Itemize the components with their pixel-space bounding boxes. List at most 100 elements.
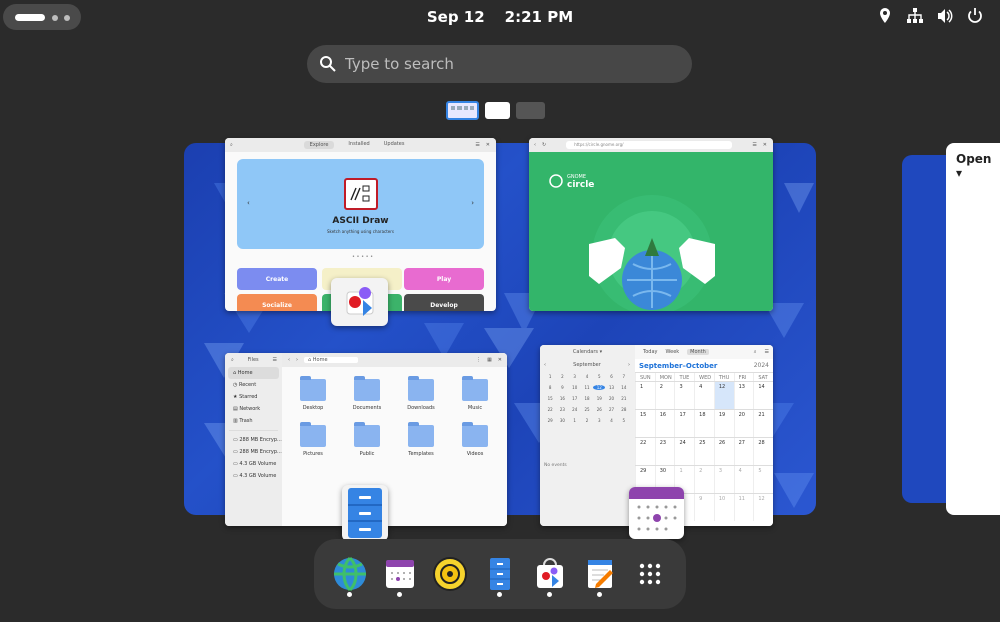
dash-text-editor[interactable] (582, 556, 618, 592)
day-cell[interactable]: 22 (635, 438, 655, 465)
day-cell[interactable]: 3 (674, 382, 694, 409)
mini-day[interactable]: 8 (544, 385, 556, 390)
mini-day[interactable]: 4 (581, 374, 593, 379)
close-icon[interactable]: ✕ (763, 142, 767, 148)
dash-files[interactable] (482, 556, 518, 592)
mini-day[interactable]: 1 (544, 374, 556, 379)
system-menu[interactable] (876, 7, 984, 25)
mini-day[interactable]: 1 (569, 418, 581, 423)
mini-day[interactable]: 22 (544, 407, 556, 412)
sidebar-item-trash[interactable]: ▥ Trash (225, 415, 282, 427)
folder-templates[interactable]: Templates (406, 422, 436, 457)
show-apps-button[interactable] (632, 556, 668, 592)
category-play[interactable]: Play (404, 268, 484, 290)
day-cell[interactable]: 16 (654, 410, 675, 437)
day-cell[interactable]: 12 (753, 494, 773, 521)
folder-music[interactable]: Music (460, 376, 490, 411)
back-icon[interactable]: ‹ (288, 357, 290, 363)
sidebar-item-volume[interactable]: ▭ 4.3 GB Volume (225, 458, 282, 470)
menu-icon[interactable]: ☰ (752, 142, 756, 148)
mini-day[interactable]: 28 (618, 407, 630, 412)
category-develop[interactable]: Develop (404, 294, 484, 311)
mini-day[interactable]: 19 (593, 396, 605, 401)
category-create[interactable]: Create (237, 268, 317, 290)
day-cell[interactable]: 27 (733, 438, 754, 465)
sidebar-item-volume[interactable]: ▭ 288 MB Encryp... (225, 446, 282, 458)
mini-day[interactable]: 14 (618, 385, 630, 390)
dash-rhythmbox[interactable] (432, 556, 468, 592)
mini-day[interactable]: 24 (569, 407, 581, 412)
mini-day[interactable]: 10 (569, 385, 581, 390)
menu-icon[interactable]: ☰ (273, 357, 277, 363)
folder-pictures[interactable]: Pictures (298, 422, 328, 457)
day-cell[interactable]: 10 (713, 494, 734, 521)
day-cell[interactable]: 2 (694, 466, 714, 493)
close-icon[interactable]: ✕ (498, 357, 502, 363)
folder-documents[interactable]: Documents (352, 376, 382, 411)
back-icon[interactable]: ‹ (534, 142, 536, 148)
day-cell[interactable]: 24 (674, 438, 694, 465)
location-bar[interactable]: ⌂ Home (304, 357, 358, 363)
calendars-dropdown[interactable]: Calendars ▾ (573, 349, 602, 355)
mini-day[interactable]: 26 (593, 407, 605, 412)
mini-day[interactable]: 9 (556, 385, 568, 390)
mini-day[interactable]: 2 (581, 418, 593, 423)
mini-day[interactable]: 21 (618, 396, 630, 401)
reload-icon[interactable]: ↻ (542, 142, 546, 148)
url-bar[interactable]: https://circle.gnome.org/ (566, 141, 733, 149)
day-cell[interactable]: 25 (694, 438, 714, 465)
workspace-thumbnail-3[interactable] (516, 102, 545, 119)
mini-day[interactable]: 15 (544, 396, 556, 401)
sidebar-item-network[interactable]: ▤ Network (225, 403, 282, 415)
mini-calendar[interactable]: 1 2 3 4 5 6 7 8 9 10 11 12 13 14 15 16 17 18 19 20 21 22 23 24 2… (544, 371, 630, 426)
folder-desktop[interactable]: Desktop (298, 376, 328, 411)
day-cell[interactable]: 5 (753, 466, 773, 493)
mini-day[interactable]: 18 (581, 396, 593, 401)
day-cell[interactable]: 4 (694, 382, 714, 409)
mini-day[interactable]: 3 (593, 418, 605, 423)
view-icon[interactable]: ▦ (487, 357, 492, 363)
sidebar-item-home[interactable]: ⌂ Home (228, 367, 279, 379)
tab-explore[interactable]: Explore (303, 141, 335, 149)
workspace-thumbnail-2[interactable] (485, 102, 510, 119)
mini-day[interactable]: 25 (581, 407, 593, 412)
menu-icon[interactable]: ☰ (765, 349, 769, 355)
day-cell[interactable]: 23 (654, 438, 675, 465)
mini-day[interactable]: 5 (593, 374, 605, 379)
day-cell[interactable]: 18 (694, 410, 714, 437)
mini-day[interactable]: 29 (544, 418, 556, 423)
tab-month[interactable]: Month (687, 349, 709, 355)
mini-day[interactable]: 11 (581, 385, 593, 390)
mini-day[interactable]: 23 (556, 407, 568, 412)
day-cell[interactable]: 4 (733, 466, 754, 493)
folder-videos[interactable]: Videos (460, 422, 490, 457)
mini-day[interactable]: 20 (605, 396, 617, 401)
day-cell[interactable]: 20 (733, 410, 754, 437)
search-entry[interactable] (307, 45, 692, 83)
day-cell[interactable]: 1 (635, 382, 655, 409)
day-cell[interactable]: 9 (694, 494, 714, 521)
day-cell[interactable]: 14 (753, 382, 773, 409)
menu-icon[interactable]: ☰ (475, 142, 479, 148)
menu-icon[interactable]: ⋮ (476, 357, 481, 363)
workspace-thumbnail-1[interactable] (446, 101, 479, 120)
dash-web-browser[interactable] (332, 556, 368, 592)
mini-day[interactable]: 2 (556, 374, 568, 379)
day-cell[interactable]: 3 (713, 466, 734, 493)
folder-downloads[interactable]: Downloads (406, 376, 436, 411)
day-cell[interactable]: 15 (635, 410, 655, 437)
search-input[interactable] (345, 45, 675, 83)
mini-day[interactable]: 6 (605, 374, 617, 379)
dash-software[interactable] (532, 556, 568, 592)
day-cell[interactable]: 12 (713, 382, 734, 409)
category-socialize[interactable]: Socialize (237, 294, 317, 311)
mini-day[interactable]: 4 (605, 418, 617, 423)
day-cell[interactable]: 11 (733, 494, 754, 521)
day-cell[interactable]: 2 (654, 382, 675, 409)
side-window-preview[interactable]: Open ▾ (946, 143, 1000, 515)
mini-day[interactable]: 16 (556, 396, 568, 401)
open-button[interactable]: Open ▾ (956, 152, 1000, 180)
mini-day[interactable]: 13 (605, 385, 617, 390)
day-cell[interactable]: 28 (753, 438, 773, 465)
day-cell[interactable]: 17 (674, 410, 694, 437)
